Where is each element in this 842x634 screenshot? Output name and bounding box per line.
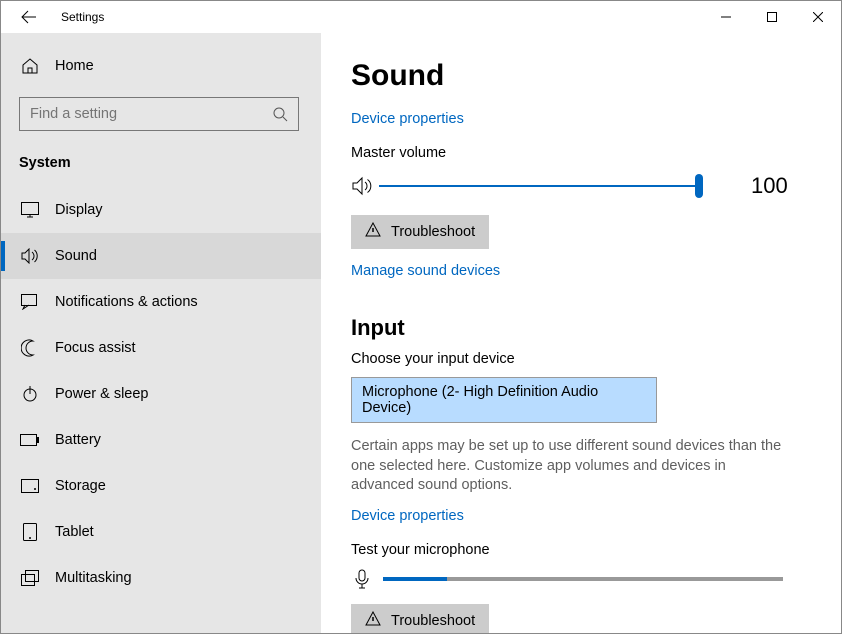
nav-item-label: Focus assist xyxy=(55,340,136,356)
minimize-button[interactable] xyxy=(703,2,749,32)
nav-item-notify[interactable]: Notifications & actions xyxy=(1,279,321,325)
speaker-icon xyxy=(351,174,375,198)
tablet-icon xyxy=(19,523,41,541)
display-icon xyxy=(19,202,41,218)
nav-item-label: Power & sleep xyxy=(55,386,149,402)
test-mic-label: Test your microphone xyxy=(351,542,811,558)
nav-item-label: Storage xyxy=(55,478,106,494)
sidebar: Home System Display Sound Notifications & … xyxy=(1,33,321,633)
slider-thumb[interactable] xyxy=(695,174,703,198)
content-area: Sound Device properties Master volume 10… xyxy=(321,33,841,633)
multitask-icon xyxy=(19,570,41,586)
master-volume-value: 100 xyxy=(751,173,788,199)
home-icon xyxy=(19,57,41,75)
input-heading: Input xyxy=(351,315,811,341)
nav-item-storage[interactable]: Storage xyxy=(1,463,321,509)
moon-icon xyxy=(19,339,41,357)
troubleshoot-label: Troubleshoot xyxy=(391,613,475,629)
nav-item-label: Notifications & actions xyxy=(55,294,198,310)
nav-item-battery[interactable]: Battery xyxy=(1,417,321,463)
troubleshoot-output-button[interactable]: Troubleshoot xyxy=(351,215,489,249)
nav-list: Display Sound Notifications & actions Focus… xyxy=(1,187,321,601)
input-device-value: Microphone (2- High Definition Audio Dev… xyxy=(362,384,646,416)
close-button[interactable] xyxy=(795,2,841,32)
master-volume-slider[interactable] xyxy=(379,171,699,201)
nav-item-power[interactable]: Power & sleep xyxy=(1,371,321,417)
category-label: System xyxy=(1,131,321,173)
titlebar: Settings xyxy=(1,1,841,33)
nav-item-display[interactable]: Display xyxy=(1,187,321,233)
nav-item-label: Battery xyxy=(55,432,101,448)
storage-icon xyxy=(19,479,41,493)
back-button[interactable] xyxy=(15,3,43,31)
nav-item-label: Tablet xyxy=(55,524,94,540)
power-icon xyxy=(19,385,41,403)
home-nav[interactable]: Home xyxy=(1,45,321,87)
arrow-left-icon xyxy=(21,9,37,25)
master-volume-label: Master volume xyxy=(351,145,811,161)
warning-icon xyxy=(365,611,381,631)
input-device-select[interactable]: Microphone (2- High Definition Audio Dev… xyxy=(351,377,657,423)
manage-sound-devices-link[interactable]: Manage sound devices xyxy=(351,263,811,279)
nav-item-multitask[interactable]: Multitasking xyxy=(1,555,321,601)
troubleshoot-input-button[interactable]: Troubleshoot xyxy=(351,604,489,633)
notify-icon xyxy=(19,294,41,310)
search-field[interactable] xyxy=(30,106,272,122)
sound-icon xyxy=(19,248,41,264)
home-label: Home xyxy=(55,58,94,74)
close-icon xyxy=(813,12,823,22)
slider-track xyxy=(379,185,699,187)
input-note: Certain apps may be set up to use differ… xyxy=(351,437,791,496)
page-title: Sound xyxy=(351,59,811,93)
mic-level-bar xyxy=(383,577,783,581)
search-input[interactable] xyxy=(19,97,299,131)
nav-item-label: Sound xyxy=(55,248,97,264)
nav-item-sound[interactable]: Sound xyxy=(1,233,321,279)
minimize-icon xyxy=(721,12,731,22)
nav-item-moon[interactable]: Focus assist xyxy=(1,325,321,371)
maximize-button[interactable] xyxy=(749,2,795,32)
maximize-icon xyxy=(767,12,777,22)
troubleshoot-label: Troubleshoot xyxy=(391,224,475,240)
nav-item-label: Display xyxy=(55,202,103,218)
input-device-properties-link[interactable]: Device properties xyxy=(351,508,811,524)
device-properties-link[interactable]: Device properties xyxy=(351,111,811,127)
nav-item-label: Multitasking xyxy=(55,570,132,586)
microphone-icon xyxy=(351,568,373,590)
nav-item-tablet[interactable]: Tablet xyxy=(1,509,321,555)
window-title: Settings xyxy=(61,10,104,24)
choose-input-label: Choose your input device xyxy=(351,351,811,367)
warning-icon xyxy=(365,222,381,242)
mic-level-fill xyxy=(383,577,447,581)
search-icon xyxy=(272,106,288,122)
battery-icon xyxy=(19,434,41,446)
